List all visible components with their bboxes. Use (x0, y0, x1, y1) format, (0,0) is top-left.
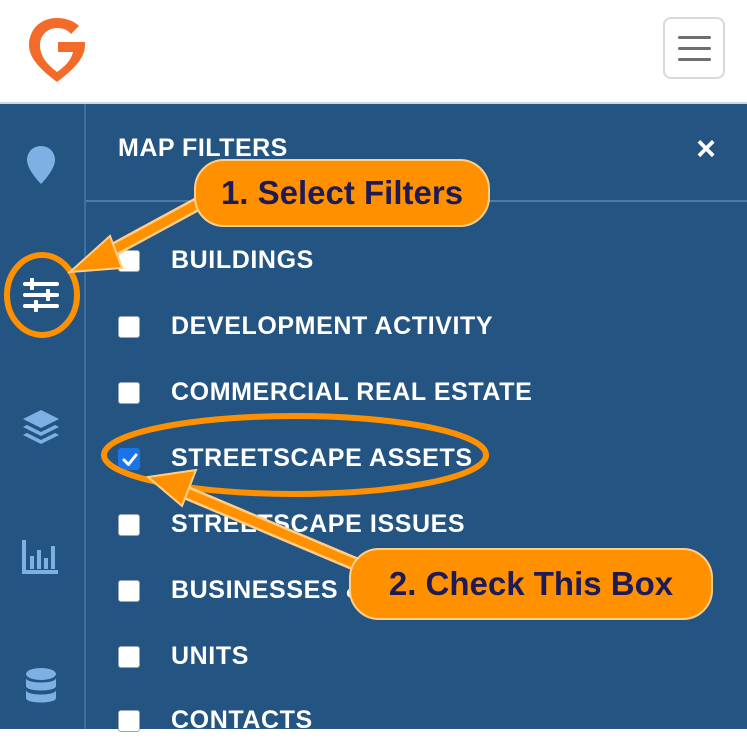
filter-row-contacts[interactable]: CONTACTS (118, 706, 718, 746)
filter-checkbox[interactable] (118, 646, 140, 668)
filter-checkbox[interactable] (118, 580, 140, 602)
filter-row-streetscape-issues[interactable]: STREETSCAPE ISSUES (118, 510, 718, 550)
map-pin-icon[interactable] (20, 144, 62, 186)
filter-label: BUILDINGS (171, 246, 314, 274)
filter-checkbox[interactable] (118, 250, 140, 272)
g-logo-icon[interactable] (24, 12, 90, 86)
filter-checkbox-checked[interactable] (118, 448, 140, 470)
hamburger-line (678, 58, 711, 61)
filter-checkbox[interactable] (118, 316, 140, 338)
filter-sliders-icon[interactable] (20, 274, 62, 316)
callout-step1: 1. Select Filters (194, 159, 490, 227)
filter-row-development-activity[interactable]: DEVELOPMENT ACTIVITY (118, 312, 718, 352)
layers-icon[interactable] (20, 406, 62, 448)
filter-label: COMMERCIAL REAL ESTATE (171, 378, 533, 406)
filter-label: STREETSCAPE ISSUES (171, 510, 466, 538)
sidebar-icon-rail (0, 104, 86, 729)
filter-row-units[interactable]: UNITS (118, 642, 718, 682)
filter-label: CONTACTS (171, 706, 313, 734)
top-header (0, 0, 747, 104)
filter-checkbox[interactable] (118, 514, 140, 536)
filter-row-buildings[interactable]: BUILDINGS (118, 246, 718, 286)
filter-label: STREETSCAPE ASSETS (171, 444, 473, 472)
filter-checkbox[interactable] (118, 382, 140, 404)
filter-row-commercial-real-estate[interactable]: COMMERCIAL REAL ESTATE (118, 378, 718, 418)
hamburger-menu-button[interactable] (663, 17, 725, 79)
filter-label: DEVELOPMENT ACTIVITY (171, 312, 494, 340)
callout-step2: 2. Check This Box (349, 548, 713, 620)
filter-row-streetscape-assets[interactable]: STREETSCAPE ASSETS (118, 444, 718, 484)
database-icon[interactable] (20, 666, 62, 708)
close-icon[interactable]: × (691, 132, 721, 166)
hamburger-line (678, 47, 711, 50)
hamburger-line (678, 36, 711, 39)
filter-label: UNITS (171, 642, 249, 670)
filter-label: BUSINESSES & (171, 576, 365, 604)
checkmark-icon (122, 453, 138, 466)
bar-chart-icon[interactable] (20, 536, 62, 578)
